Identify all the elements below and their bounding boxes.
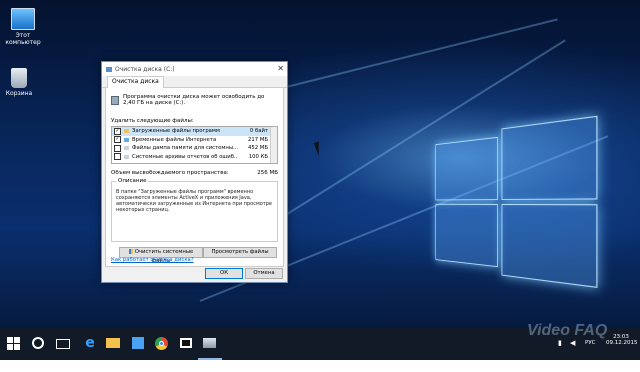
files-list[interactable]: ✓ Загруженные файлы программ 0 байт ✓ Вр… [111, 126, 278, 164]
file-label: Временные файлы Интернета [132, 136, 217, 143]
desktop-icon-this-pc[interactable]: Этот компьютер [0, 8, 48, 46]
task-view-button[interactable] [56, 339, 72, 355]
file-icon [124, 154, 129, 159]
disk-cleanup-taskbar-icon[interactable] [203, 338, 216, 348]
cancel-button[interactable]: Отмена [245, 268, 283, 279]
start-button[interactable] [7, 337, 20, 350]
freed-space-label: Объем высвобождаемого пространства: [111, 170, 229, 176]
file-label: Системные архивы отчетов об ошиб... [132, 153, 238, 160]
desktop-icon-label: Этот компьютер [5, 32, 41, 46]
freed-space-value: 256 МБ [257, 170, 278, 176]
tab-bar: Очистка диска [102, 76, 287, 88]
checkbox[interactable]: ✓ [114, 127, 121, 135]
list-item[interactable]: ✓ Временные файлы Интернета 217 МБ [112, 136, 277, 145]
desktop-icon-label: Корзина [5, 90, 33, 97]
description-legend: Описание [116, 178, 149, 184]
store-icon[interactable] [132, 337, 144, 349]
network-icon[interactable]: ▮ [558, 339, 562, 371]
file-explorer-icon[interactable] [106, 338, 120, 348]
drive-icon [111, 95, 120, 105]
desktop-background: Этот компьютер Корзина [0, 0, 640, 328]
disk-cleanup-dialog: Очистка диска (C:) ✕ Очистка диска Прогр… [101, 61, 288, 283]
summary-row: Программа очистки диска может освободить… [111, 94, 278, 106]
checkbox[interactable] [114, 144, 121, 152]
clock-date: 09.12.2015 [606, 340, 638, 346]
list-item[interactable]: ✓ Загруженные файлы программ 0 байт [112, 127, 277, 136]
file-label: Файлы дампа памяти для системны... [132, 145, 238, 152]
internet-files-icon [124, 137, 129, 142]
windows-logo-wallpaper [435, 115, 598, 291]
tab-panel: Программа очистки диска может освободить… [105, 88, 284, 267]
edge-icon[interactable]: e [82, 335, 98, 351]
list-item[interactable]: Файлы дампа памяти для системны... 452 М… [112, 144, 277, 153]
description-group: Описание В папке "Загруженные файлы прог… [111, 178, 278, 242]
video-faq-watermark: Video FAQ [527, 322, 608, 339]
description-text: В папке "Загруженные файлы программ" вре… [116, 189, 272, 213]
checkbox[interactable] [114, 153, 121, 161]
command-prompt-icon[interactable] [180, 338, 192, 348]
volume-icon[interactable]: ◀ [570, 339, 575, 371]
file-label: Загруженные файлы программ [132, 128, 220, 135]
chrome-icon[interactable] [155, 337, 168, 350]
close-icon[interactable]: ✕ [277, 64, 284, 73]
dialog-title: Очистка диска (C:) [115, 65, 175, 73]
summary-text: Программа очистки диска может освободить… [123, 94, 265, 106]
how-disk-cleanup-works-link[interactable]: Как работает очистка диска? [111, 257, 194, 263]
tab-disk-cleanup[interactable]: Очистка диска [107, 76, 164, 88]
files-to-delete-label: Удалить следующие файлы: [111, 118, 194, 124]
computer-icon [11, 8, 35, 30]
list-item[interactable]: Системные архивы отчетов об ошиб... 100 … [112, 153, 277, 162]
view-files-button[interactable]: Просмотреть файлы [203, 247, 277, 258]
shield-icon [128, 249, 133, 254]
checkbox[interactable]: ✓ [114, 136, 121, 144]
mouse-cursor-icon [313, 139, 329, 157]
disk-cleanup-icon [106, 66, 112, 72]
folder-icon [124, 129, 129, 134]
task-view-icon [56, 339, 70, 349]
list-scrollbar[interactable] [270, 127, 277, 163]
desktop-icon-recycle-bin[interactable]: Корзина [0, 68, 44, 97]
file-icon [124, 146, 129, 151]
clock[interactable]: 23:03 09.12.2015 [606, 334, 638, 366]
dialog-titlebar[interactable]: Очистка диска (C:) ✕ [102, 62, 287, 76]
ok-button[interactable]: ОК [205, 268, 243, 279]
recycle-bin-icon [11, 68, 27, 88]
freed-space-row: Объем высвобождаемого пространства: 256 … [111, 170, 278, 176]
search-button[interactable] [32, 337, 48, 353]
search-icon [32, 337, 44, 349]
language-indicator[interactable]: РУС [585, 340, 596, 372]
